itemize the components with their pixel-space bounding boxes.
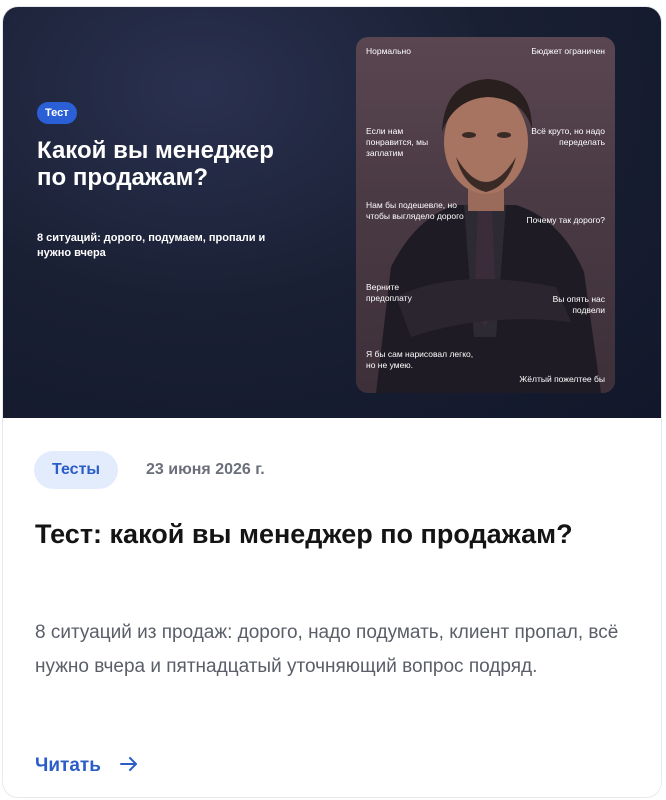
meme-caption-left-1: Нормально (366, 46, 411, 56)
article-description: 8 ситуаций из продаж: дорого, надо подум… (35, 622, 619, 677)
hero-subtitle: 8 ситуаций: дорого, подумаем, пропали и … (37, 232, 266, 259)
read-link-label: Читать (35, 755, 101, 776)
arrow-right-icon (120, 754, 138, 778)
meme-caption-right-3: Почему так дорого? (526, 215, 605, 225)
card-body: Тесты 23 июня 2026 г. Тест: какой вы мен… (3, 418, 661, 797)
meme-caption-left-2: Если нам понравится, мы заплатим (366, 126, 429, 158)
category-tag[interactable]: Тесты (34, 451, 119, 489)
article-card[interactable]: Тест Какой вы менеджер по продажам? 8 си… (2, 6, 662, 798)
meme-caption-left-3: Нам бы подешевле, но чтобы выглядело дор… (366, 200, 464, 221)
meme-caption-right-2: Всё круто, но надо переделать (531, 126, 605, 147)
meme-caption-right-4: Вы опять нас подвели (552, 294, 605, 315)
article-title[interactable]: Тест: какой вы менеджер по продажам? (35, 514, 595, 554)
meme-image: Нормально Если нам понравится, мы заплат… (356, 37, 615, 393)
publish-date: 23 июня 2026 г. (146, 461, 265, 478)
hero-title: Какой вы менеджер по продажам? (37, 137, 274, 191)
hero-badge: Тест (37, 102, 77, 124)
hero-banner: Тест Какой вы менеджер по продажам? 8 си… (3, 7, 661, 418)
meme-caption-left-5: Я бы сам нарисовал легко, но не умею. (366, 349, 474, 370)
meme-caption-left-4: Верните предоплату (366, 282, 412, 303)
meme-caption-right-5: Жёлтый пожелтее бы (519, 374, 605, 384)
read-link[interactable]: Читать (35, 754, 138, 778)
meme-caption-right-1: Бюджет ограничен (531, 46, 605, 56)
